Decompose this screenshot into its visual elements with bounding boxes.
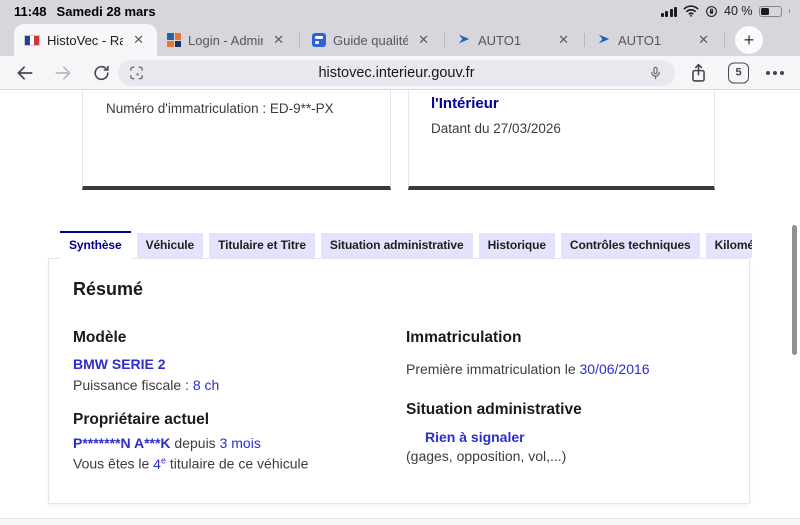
- owner-masked-name: P*******N A***K: [73, 435, 171, 451]
- browser-chrome: 11:48 Samedi 28 mars 40 % HistoVec - Ra …: [0, 0, 800, 56]
- tab-separator: [584, 33, 585, 47]
- report-tab-bar: Synthèse Véhicule Titulaire et Titre Sit…: [60, 231, 752, 259]
- fiscal-power-value: 8 ch: [192, 377, 220, 393]
- battery-percent: 40 %: [724, 4, 753, 18]
- reload-icon[interactable]: [92, 63, 111, 82]
- browser-tab-title: Guide qualité - Com: [333, 32, 409, 48]
- certificate-card: l'Intérieur Datant du 27/03/2026: [408, 90, 715, 190]
- situation-heading: Situation administrative: [406, 401, 582, 418]
- france-flag-favicon: [24, 34, 40, 46]
- close-tab-icon[interactable]: ✕: [415, 30, 432, 50]
- tab-separator: [724, 33, 725, 47]
- fiscal-power-line: Puissance fiscale : 8 ch: [73, 377, 220, 393]
- browser-tab-strip: HistoVec - Rapport v ✕ Login - Admin Cen…: [0, 24, 800, 56]
- close-tab-icon[interactable]: ✕: [270, 30, 287, 50]
- browser-tab-auto1-a[interactable]: AUTO1 ✕: [447, 24, 582, 56]
- page-scrollbar[interactable]: [792, 225, 797, 355]
- plate-number-text: Numéro d'immatriculation : ED-9**-PX: [106, 101, 334, 116]
- status-bar: 11:48 Samedi 28 mars 40 %: [0, 0, 800, 24]
- registration-date: 30/06/2016: [579, 361, 650, 377]
- plate-card: Numéro d'immatriculation : ED-9**-PX: [82, 90, 391, 190]
- browser-tab-title: Login - Admin Cente: [188, 32, 263, 48]
- browser-tab-login[interactable]: Login - Admin Cente ✕: [157, 24, 297, 56]
- tab-controles-techniques[interactable]: Contrôles techniques: [560, 233, 700, 258]
- cellular-signal-icon: [660, 6, 677, 17]
- auto1-favicon: [457, 32, 471, 49]
- browser-tab-title: HistoVec - Rapport v: [47, 32, 124, 48]
- tab-separator: [444, 33, 445, 47]
- battery-icon: [758, 5, 782, 17]
- certificate-date: Datant du 27/03/2026: [431, 121, 561, 136]
- share-icon[interactable]: [689, 62, 708, 83]
- owner-heading: Propriétaire actuel: [73, 411, 210, 428]
- close-tab-icon[interactable]: ✕: [130, 30, 147, 50]
- tab-historique[interactable]: Historique: [478, 233, 555, 258]
- mic-icon[interactable]: [648, 65, 663, 82]
- tab-titulaire-et-titre[interactable]: Titulaire et Titre: [209, 233, 315, 258]
- certificate-title: l'Intérieur: [431, 95, 499, 112]
- tab-situation-administrative[interactable]: Situation administrative: [320, 233, 473, 258]
- browser-tab-title: AUTO1: [618, 32, 662, 48]
- browser-tab-histovec[interactable]: HistoVec - Rapport v ✕: [14, 24, 157, 56]
- address-bar[interactable]: histovec.interieur.gouv.fr: [118, 60, 675, 86]
- synthese-panel: Résumé Modèle BMW SERIE 2 Puissance fisc…: [48, 258, 750, 504]
- histovec-page: Numéro d'immatriculation : ED-9**-PX l'I…: [0, 90, 800, 525]
- tab-kilometrage[interactable]: Kilométrage: [705, 233, 752, 258]
- rotation-lock-icon: [705, 5, 718, 18]
- owner-since-value: 3 mois: [219, 435, 261, 451]
- browser-toolbar: histovec.interieur.gouv.fr 5: [0, 56, 800, 90]
- owner-line: P*******N A***K depuis 3 mois: [73, 435, 261, 451]
- summary-title: Résumé: [73, 279, 144, 299]
- model-heading: Modèle: [73, 329, 127, 346]
- battery-nub: [788, 9, 790, 13]
- back-icon[interactable]: [14, 63, 36, 83]
- close-tab-icon[interactable]: ✕: [555, 30, 572, 50]
- situation-note: (gages, opposition, vol,...): [406, 448, 567, 464]
- tab-overview-icon[interactable]: 5: [728, 62, 749, 83]
- tab-synthese[interactable]: Synthèse: [60, 231, 131, 259]
- guide-favicon: [312, 33, 326, 47]
- holder-line: Vous êtes le 4e titulaire de ce véhicule: [73, 455, 309, 472]
- auto1-favicon: [597, 32, 611, 49]
- url-text: histovec.interieur.gouv.fr: [318, 65, 475, 81]
- admin-center-favicon: [167, 33, 181, 47]
- browser-tab-guide[interactable]: Guide qualité - Com ✕: [302, 24, 442, 56]
- forward-icon[interactable]: [52, 63, 74, 83]
- model-name: BMW SERIE 2: [73, 356, 166, 372]
- browser-tab-title: AUTO1: [478, 32, 522, 48]
- browser-tab-auto1-b[interactable]: AUTO1 ✕: [587, 24, 722, 56]
- status-date: Samedi 28 mars: [56, 4, 156, 19]
- tab-separator: [299, 33, 300, 47]
- registration-line: Première immatriculation le 30/06/2016: [406, 361, 650, 377]
- close-tab-icon[interactable]: ✕: [695, 30, 712, 50]
- situation-status: Rien à signaler: [425, 429, 525, 445]
- clock: 11:48: [14, 4, 47, 19]
- wifi-icon: [683, 5, 699, 17]
- registration-heading: Immatriculation: [406, 329, 522, 346]
- footer-divider: [0, 518, 800, 525]
- tab-vehicule[interactable]: Véhicule: [136, 233, 204, 258]
- new-tab-button[interactable]: +: [735, 26, 763, 54]
- holder-rank: 4e: [153, 455, 166, 472]
- more-options-icon[interactable]: [766, 70, 784, 75]
